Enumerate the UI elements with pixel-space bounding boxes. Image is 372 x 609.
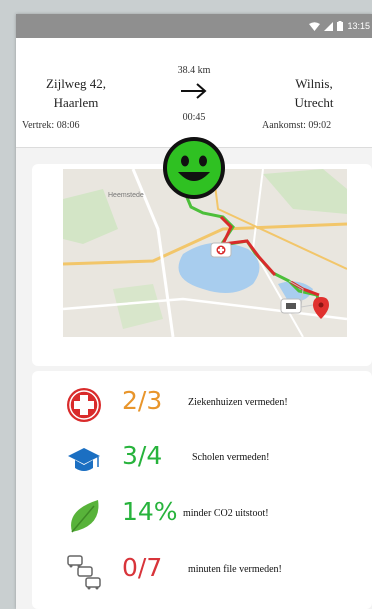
destination-city: Utrecht [294,95,334,110]
signal-icon [324,21,334,31]
stat-value-hospitals: 2/3 [122,386,163,415]
stat-row-co2: 14% minder CO2 uitstoot! [32,491,372,541]
stat-label-co2: minder CO2 uitstoot! [183,508,269,519]
status-bar: 13:15 [16,14,372,38]
status-time: 13:15 [347,21,370,31]
origin-address: Zijlweg 42, Haarlem [21,74,131,112]
arrow-right-icon [181,83,207,99]
destination-address: Wilnis, Utrecht [259,74,369,112]
route-distance: 38.4 km [177,65,211,76]
stat-value-schools: 3/4 [122,441,163,470]
origin-city: Haarlem [53,95,99,110]
stat-value-traffic: 0/7 [122,553,163,582]
destination-street: Wilnis, [295,76,333,91]
map-label-heemstede: Heemstede [108,192,144,199]
departure-time: Vertrek: 08:06 [22,120,80,131]
wifi-icon [309,21,321,31]
stats-card: 2/3 Ziekenhuizen vermeden! 3/4 Scholen v… [32,371,372,609]
happy-face-icon [163,137,225,204]
route-header: Zijlweg 42, Haarlem Vertrek: 08:06 38.4 … [16,38,372,148]
hospital-cross-icon [67,388,101,422]
stat-value-co2: 14% [122,497,178,526]
graduation-cap-icon [68,448,100,471]
stat-label-schools: Scholen vermeden! [192,452,270,463]
stat-row-traffic: 0/7 minuten file vermeden! [32,547,372,597]
route-duration: 00:45 [182,112,206,123]
origin-street: Zijlweg 42, [46,76,106,91]
battery-icon [337,21,344,31]
stat-label-hospitals: Ziekenhuizen vermeden! [188,397,288,408]
stat-label-traffic: minuten file vermeden! [188,564,282,575]
stat-row-hospitals: 2/3 Ziekenhuizen vermeden! [32,380,372,430]
stat-row-schools: 3/4 Scholen vermeden! [32,435,372,485]
traffic-jam-icon [67,555,101,590]
arrival-time: Aankomst: 09:02 [262,120,332,131]
leaf-icon [71,500,99,533]
phone-screen: 13:15 Zijlweg 42, Haarlem Vertrek: 08:06… [16,14,372,609]
